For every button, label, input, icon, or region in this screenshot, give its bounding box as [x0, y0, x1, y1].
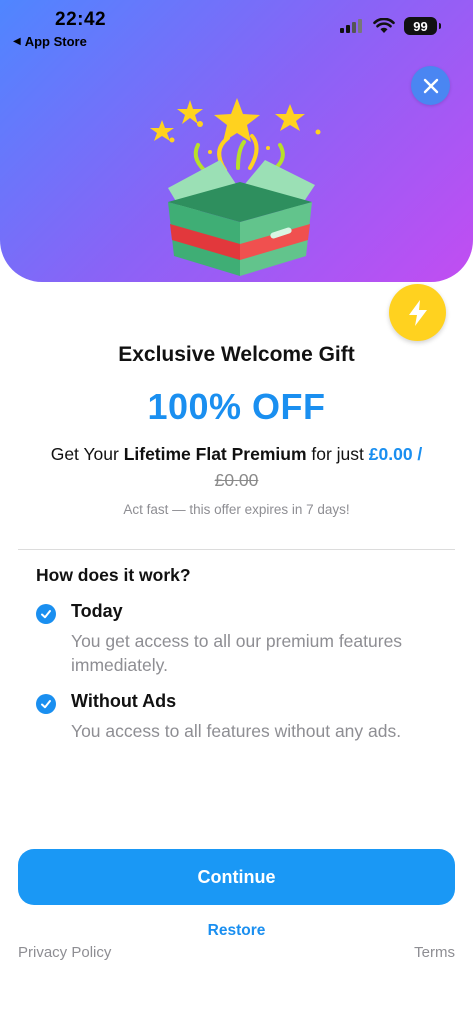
expiry-notice: Act fast — this offer expires in 7 days! — [123, 502, 350, 517]
feature-description: You get access to all our premium featur… — [71, 631, 403, 675]
continue-button[interactable]: Continue — [18, 849, 455, 905]
lightning-bolt-icon — [408, 299, 427, 326]
back-to-app-store-link[interactable]: ◀ App Store — [13, 34, 87, 49]
old-price: £0.00 — [214, 470, 259, 490]
offer-prefix: Get Your — [50, 444, 124, 464]
lightning-badge — [389, 284, 446, 341]
how-it-works-heading: How does it work? — [36, 565, 191, 585]
status-icons: 99 — [340, 17, 441, 35]
checkmark-icon — [36, 604, 56, 624]
close-icon — [423, 78, 438, 93]
feature-description: You access to all features without any a… — [71, 721, 402, 741]
offer-title: Exclusive Welcome Gift — [118, 343, 355, 366]
discount-text: 100% OFF — [147, 386, 326, 427]
product-name: Lifetime Flat Premium — [123, 444, 307, 464]
terms-link[interactable]: Terms — [414, 944, 455, 961]
restore-link[interactable]: Restore — [0, 922, 473, 940]
checkmark-icon — [36, 694, 56, 714]
offer-price: £0.00 / — [368, 444, 423, 464]
battery-level: 99 — [413, 18, 428, 34]
status-time: 22:42 — [55, 9, 107, 30]
feature-title: Today — [71, 601, 123, 621]
signal-icon — [340, 19, 362, 33]
back-label: App Store — [24, 34, 87, 49]
wifi-icon — [373, 18, 395, 33]
back-arrow-icon: ◀ — [13, 36, 21, 47]
gift-box-icon — [150, 98, 321, 276]
privacy-policy-link[interactable]: Privacy Policy — [18, 944, 111, 961]
close-button[interactable] — [411, 66, 450, 105]
offer-middle: for just — [306, 444, 369, 464]
offer-description: Get Your Lifetime Flat Premium for just … — [30, 441, 443, 493]
status-bar: 22:42 ◀ App Store 99 — [0, 0, 473, 56]
battery-icon: 99 — [404, 17, 441, 35]
feature-title: Without Ads — [71, 691, 177, 711]
divider — [18, 549, 455, 550]
